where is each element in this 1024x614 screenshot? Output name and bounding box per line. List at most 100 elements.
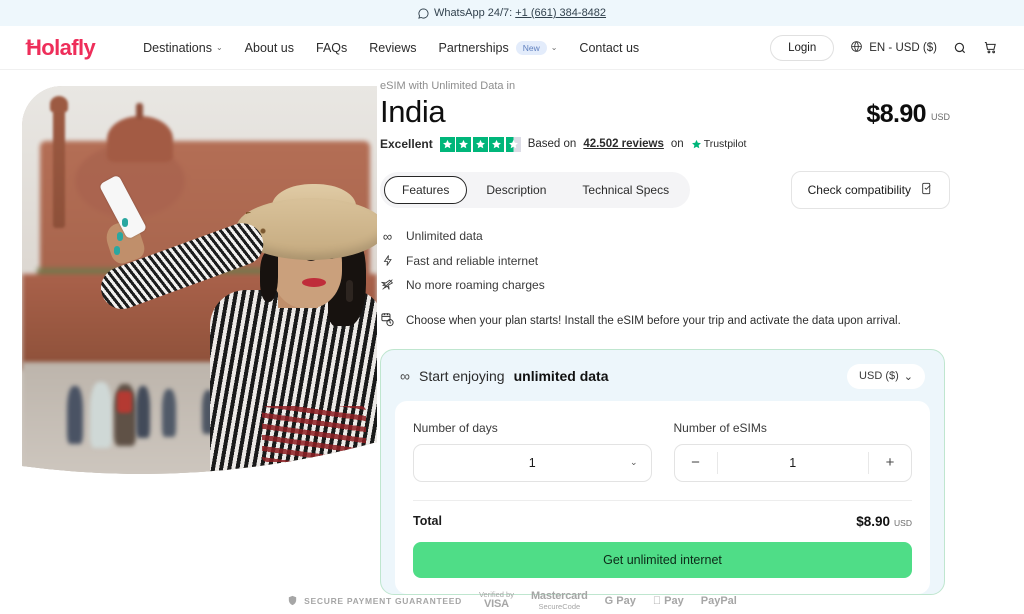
language-label: EN - USD ($)	[869, 41, 937, 54]
star-icon	[439, 136, 455, 152]
chevron-down-icon: ⌄	[903, 370, 913, 383]
check-compatibility-button[interactable]: Check compatibility	[790, 170, 950, 209]
decrement-button[interactable]: −	[675, 445, 717, 481]
cart-icon[interactable]	[983, 40, 998, 55]
trustpilot-star-icon	[691, 139, 701, 148]
total-price: $8.90 USD	[856, 514, 912, 529]
days-select[interactable]: 1 ⌄	[413, 443, 652, 482]
increment-button[interactable]: +	[869, 445, 911, 481]
esims-field: Number of eSIMs − 1 +	[673, 420, 912, 482]
tab-technical-specs[interactable]: Technical Specs	[565, 177, 686, 203]
google-pay-logo: G Pay	[605, 595, 636, 607]
language-currency-selector[interactable]: EN - USD ($)	[850, 40, 937, 56]
trustpilot-rating: Excellent Based on 42.502 reviews on Tru…	[380, 136, 950, 152]
woman-earring	[346, 280, 353, 302]
get-unlimited-internet-button[interactable]: Get unlimited internet	[413, 541, 912, 578]
tab-features[interactable]: Features	[384, 175, 468, 204]
product-eyebrow: eSIM with Unlimited Data in	[380, 80, 516, 92]
fingernail	[114, 246, 120, 255]
feature-label: Unlimited data	[406, 229, 483, 244]
payment-methods-bar: SECURE PAYMENT GUARANTEED Verified by VI…	[0, 590, 1024, 611]
purchase-form: Number of days 1 ⌄ Number of eSIMs − 1 +…	[395, 400, 930, 594]
nav-label: About us	[244, 40, 294, 55]
whatsapp-phone-link[interactable]: +1 (661) 384-8482	[515, 7, 606, 19]
nav-item-destinations[interactable]: Destinations ⌄	[143, 41, 223, 55]
currency-selector[interactable]: USD ($) ⌄	[847, 363, 925, 389]
crowd-figure	[67, 386, 83, 444]
star-icon	[472, 136, 488, 152]
form-divider	[413, 499, 912, 501]
crowd-figure	[136, 386, 150, 438]
paypal-text: PayPal	[695, 595, 737, 608]
features-list: ∞ Unlimited data Fast and reliable inter…	[380, 229, 950, 292]
price-currency: USD	[930, 112, 950, 122]
traveler-woman	[200, 194, 377, 486]
visa-logo: Verified by VISA	[479, 590, 514, 611]
hero-image-mask	[22, 86, 377, 486]
currency-label: USD ($)	[859, 370, 899, 383]
header-actions: Login EN - USD ($)	[770, 34, 998, 61]
announcement-text: WhatsApp 24/7:	[433, 7, 513, 19]
esims-label: Number of eSIMs	[673, 420, 767, 435]
esims-stepper: − 1 +	[673, 443, 912, 482]
nav-label: FAQs	[316, 40, 348, 55]
page-body: eSIM with Unlimited Data in India $8.90 …	[0, 70, 1024, 614]
infinity-icon: ∞	[382, 228, 393, 244]
feature-label: No more roaming charges	[406, 277, 545, 292]
rating-label: Excellent	[380, 137, 433, 152]
tab-description[interactable]: Description	[469, 177, 563, 203]
price-amount: $8.90	[866, 100, 926, 128]
main-navigation: Destinations ⌄ About us FAQs Reviews Par…	[143, 40, 639, 55]
fort-minaret-top	[50, 96, 68, 112]
reviews-link[interactable]: 42.502 reviews	[583, 138, 664, 150]
nav-item-reviews[interactable]: Reviews	[369, 41, 416, 55]
purchase-card-header: ∞ Start enjoying unlimited data USD ($) …	[381, 350, 944, 401]
rating-on: on	[670, 138, 684, 151]
holafly-logo[interactable]: ~ Holafly	[25, 34, 96, 61]
card-title-prefix: Start enjoying	[418, 368, 505, 385]
apple-pay-logo:  Pay	[653, 595, 684, 607]
nav-item-contact-us[interactable]: Contact us	[579, 41, 639, 55]
device-check-icon	[920, 182, 933, 198]
feature-label: Fast and reliable internet	[406, 253, 539, 268]
product-price: $8.90 USD	[866, 94, 950, 129]
nav-item-about-us[interactable]: About us	[245, 41, 294, 55]
nav-label: Reviews	[369, 40, 417, 55]
secure-payment-text: SECURE PAYMENT GUARANTEED	[304, 596, 462, 607]
purchase-card: ∞ Start enjoying unlimited data USD ($) …	[380, 348, 945, 595]
rating-based-on: Based on	[527, 138, 577, 151]
total-label: Total	[413, 514, 442, 529]
purchase-card-title: ∞ Start enjoying unlimited data	[400, 368, 609, 384]
calendar-clock-icon	[380, 312, 395, 330]
product-details: eSIM with Unlimited Data in India $8.90 …	[377, 70, 1024, 614]
mastercard-securecode-logo: Mastercard SecureCode	[531, 590, 588, 611]
title-row: India $8.90 USD	[380, 94, 950, 130]
shirt-print	[262, 406, 366, 462]
logo-tilde: ~	[25, 35, 34, 53]
logo-text: Holafly	[26, 34, 96, 60]
site-header: ~ Holafly Destinations ⌄ About us FAQs R…	[0, 26, 1024, 70]
apple-pay-text:  Pay	[653, 595, 684, 608]
login-button[interactable]: Login	[770, 34, 835, 61]
total-row: Total $8.90 USD	[413, 514, 912, 529]
nav-item-partnerships[interactable]: Partnerships New ⌄	[439, 40, 558, 55]
total-amount: $8.90	[856, 513, 891, 529]
paypal-logo: PayPal	[701, 595, 737, 607]
days-field: Number of days 1 ⌄	[413, 421, 652, 482]
woman-hair	[260, 252, 278, 302]
shield-check-icon	[287, 595, 298, 608]
whatsapp-icon	[418, 7, 429, 19]
fingernail	[122, 218, 128, 227]
days-label: Number of days	[413, 420, 498, 435]
star-half-icon	[505, 136, 521, 152]
tabs-row: Features Description Technical Specs Che…	[380, 170, 950, 209]
google-pay-text: G Pay	[604, 595, 636, 608]
rating-stars	[439, 136, 521, 152]
search-icon[interactable]	[953, 41, 967, 55]
nav-item-faqs[interactable]: FAQs	[316, 41, 347, 55]
crowd-figure	[162, 389, 176, 437]
secure-payment-label: SECURE PAYMENT GUARANTEED	[287, 595, 462, 608]
globe-icon	[850, 40, 863, 56]
esims-value: 1	[789, 455, 797, 470]
chevron-down-icon: ⌄	[550, 43, 558, 52]
